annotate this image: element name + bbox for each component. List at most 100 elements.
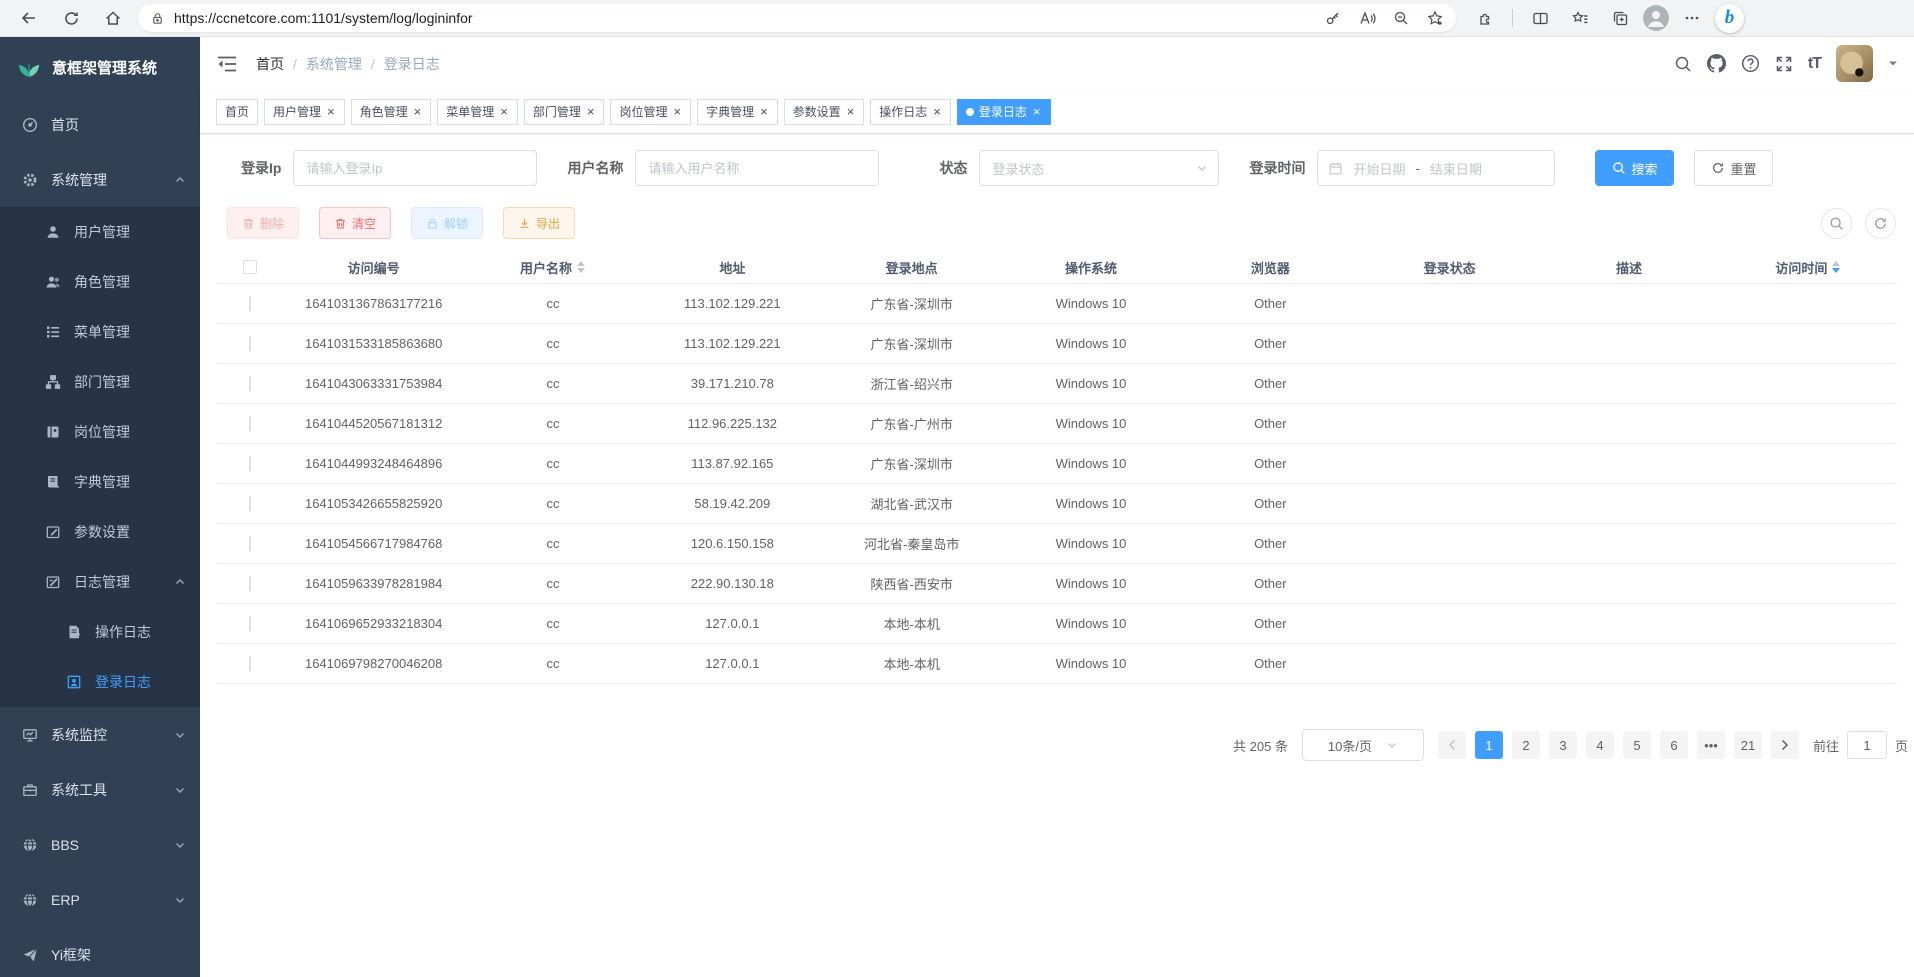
breadcrumb-home[interactable]: 首页 — [256, 54, 284, 74]
row-checkbox[interactable] — [249, 616, 251, 631]
sidebar-item-role-management[interactable]: 角色管理 — [0, 257, 200, 307]
zoom-out-icon[interactable] — [1386, 4, 1416, 32]
sidebar-item-operation-log[interactable]: 操作日志 — [0, 607, 200, 657]
address-bar[interactable]: https://ccnetcore.com:1101/system/log/lo… — [138, 4, 1456, 32]
app-logo[interactable]: 意框架管理系统 — [0, 37, 200, 97]
read-aloud-icon[interactable] — [1352, 4, 1382, 32]
row-checkbox[interactable] — [249, 536, 251, 551]
prev-page-button[interactable] — [1438, 731, 1466, 759]
user-avatar[interactable] — [1836, 45, 1873, 82]
add-favorite-icon[interactable] — [1420, 4, 1450, 32]
collections-icon[interactable] — [1603, 4, 1637, 32]
sidebar-item-bbs[interactable]: BBS — [0, 817, 200, 872]
tab[interactable]: 字典管理 × — [697, 99, 778, 125]
login-time-range-picker[interactable]: 开始日期 - 结束日期 — [1317, 150, 1555, 186]
row-checkbox[interactable] — [249, 656, 251, 671]
clear-button[interactable]: 清空 — [319, 207, 391, 239]
tab-close-icon[interactable]: × — [846, 105, 856, 118]
favorites-hub-icon[interactable] — [1563, 4, 1597, 32]
tab[interactable]: 岗位管理 × — [610, 99, 691, 125]
tab-close-icon[interactable]: × — [586, 105, 596, 118]
tab[interactable]: 操作日志 × — [870, 99, 951, 125]
tab[interactable]: 登录日志 × — [957, 99, 1051, 125]
sidebar-item-system-tools[interactable]: 系统工具 — [0, 762, 200, 817]
sidebar-item-erp[interactable]: ERP — [0, 872, 200, 927]
col-header-visit-time[interactable]: 访问时间 — [1719, 258, 1898, 277]
row-checkbox[interactable] — [249, 336, 251, 351]
page-number-button[interactable]: ••• — [1697, 731, 1725, 759]
tab[interactable]: 角色管理 × — [351, 99, 432, 125]
page-number-button[interactable]: 21 — [1734, 731, 1762, 759]
bing-chat-icon[interactable]: b — [1715, 4, 1744, 33]
browser-profile-avatar[interactable] — [1643, 5, 1669, 31]
sidebar-item-param-settings[interactable]: 参数设置 — [0, 507, 200, 557]
sidebar-item-user-management[interactable]: 用户管理 — [0, 207, 200, 257]
export-button[interactable]: 导出 — [503, 207, 575, 239]
split-screen-icon[interactable] — [1523, 4, 1557, 32]
extensions-icon[interactable] — [1468, 4, 1502, 32]
sidebar-toggle-icon[interactable] — [216, 53, 238, 75]
header-search-icon[interactable] — [1674, 55, 1692, 73]
font-size-icon[interactable]: tT — [1808, 55, 1821, 73]
tab-close-icon[interactable]: × — [499, 105, 509, 118]
browser-back-button[interactable] — [12, 4, 46, 32]
col-header-user-name[interactable]: 用户名称 — [463, 258, 642, 277]
reset-button[interactable]: 重置 — [1694, 150, 1773, 186]
tab-close-icon[interactable]: × — [672, 105, 682, 118]
tab[interactable]: 部门管理 × — [524, 99, 605, 125]
fullscreen-icon[interactable] — [1775, 55, 1793, 73]
search-button[interactable]: 搜索 — [1595, 150, 1674, 186]
goto-page-input[interactable] — [1847, 731, 1887, 759]
avatar-caret-icon[interactable] — [1888, 60, 1898, 68]
per-page-select[interactable]: 10条/页 — [1302, 729, 1424, 761]
sidebar-item-system-management[interactable]: 系统管理 — [0, 152, 200, 207]
row-checkbox[interactable] — [249, 456, 251, 471]
tab-close-icon[interactable]: × — [1032, 105, 1042, 118]
tab[interactable]: 菜单管理 × — [437, 99, 518, 125]
delete-button[interactable]: 删除 — [227, 207, 299, 239]
sidebar-item-home[interactable]: 首页 — [0, 97, 200, 152]
sidebar-item-dict-management[interactable]: 字典管理 — [0, 457, 200, 507]
tab[interactable]: 参数设置 × — [784, 99, 865, 125]
tab-close-icon[interactable]: × — [326, 105, 336, 118]
page-number-button[interactable]: 1 — [1475, 731, 1503, 759]
row-checkbox[interactable] — [249, 496, 251, 511]
row-checkbox[interactable] — [249, 376, 251, 391]
browser-refresh-button[interactable] — [54, 4, 88, 32]
page-number-button[interactable]: 2 — [1512, 731, 1540, 759]
row-checkbox[interactable] — [249, 576, 251, 591]
tab[interactable]: 首页 — [216, 99, 258, 125]
page-number-button[interactable]: 5 — [1623, 731, 1651, 759]
page-number-button[interactable]: 6 — [1660, 731, 1688, 759]
sort-icons-active-desc[interactable] — [1831, 261, 1841, 273]
page-number-button[interactable]: 4 — [1586, 731, 1614, 759]
browser-menu-icon[interactable] — [1675, 4, 1709, 32]
row-checkbox[interactable] — [249, 296, 251, 311]
sidebar-item-post-management[interactable]: 岗位管理 — [0, 407, 200, 457]
sidebar-item-login-log[interactable]: 登录日志 — [0, 657, 200, 707]
row-checkbox[interactable] — [249, 416, 251, 431]
browser-home-button[interactable] — [96, 4, 130, 32]
page-number-button[interactable]: 3 — [1549, 731, 1577, 759]
sidebar-item-system-monitor[interactable]: 系统监控 — [0, 707, 200, 762]
help-icon[interactable] — [1741, 54, 1760, 73]
tab-close-icon[interactable]: × — [413, 105, 423, 118]
refresh-table-button[interactable] — [1865, 208, 1896, 239]
select-all-checkbox[interactable] — [243, 260, 257, 274]
password-key-icon[interactable] — [1318, 4, 1348, 32]
next-page-button[interactable] — [1771, 731, 1799, 759]
sidebar-item-yi-framework[interactable]: Yi框架 — [0, 927, 200, 977]
github-icon[interactable] — [1707, 54, 1726, 73]
unlock-button[interactable]: 解锁 — [411, 207, 483, 239]
login-ip-input[interactable] — [293, 150, 537, 186]
tab-close-icon[interactable]: × — [759, 105, 769, 118]
sort-icons[interactable] — [576, 261, 586, 273]
sidebar-item-menu-management[interactable]: 菜单管理 — [0, 307, 200, 357]
sidebar-item-log-management[interactable]: 日志管理 — [0, 557, 200, 607]
toggle-search-button[interactable] — [1821, 208, 1852, 239]
status-select[interactable]: 登录状态 — [979, 150, 1219, 186]
user-name-input[interactable] — [635, 150, 879, 186]
sidebar-item-department-management[interactable]: 部门管理 — [0, 357, 200, 407]
tab-close-icon[interactable]: × — [932, 105, 942, 118]
tab[interactable]: 用户管理 × — [264, 99, 345, 125]
